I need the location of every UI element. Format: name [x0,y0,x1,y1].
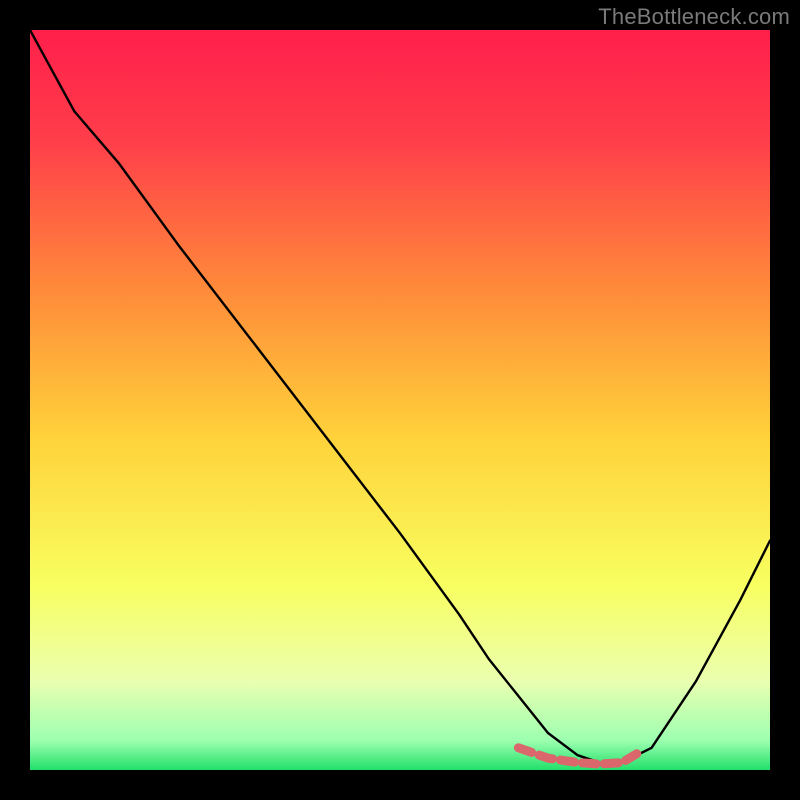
chart-frame: TheBottleneck.com [0,0,800,800]
watermark-text: TheBottleneck.com [598,4,790,30]
chart-svg [30,30,770,770]
plot-area [30,30,770,770]
